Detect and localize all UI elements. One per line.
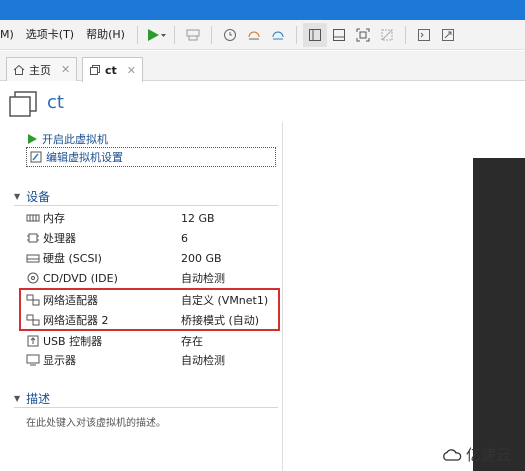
usb-icon <box>26 335 40 347</box>
unity-button[interactable] <box>375 23 399 47</box>
device-value: 200 GB <box>181 251 222 265</box>
cpu-icon <box>26 232 40 244</box>
device-value: 12 GB <box>181 211 215 225</box>
toolbar-separator <box>404 25 406 44</box>
tab-vm[interactable]: ct ✕ <box>82 57 143 82</box>
revert-snapshot-button[interactable] <box>242 23 266 47</box>
snapshot-icon <box>223 28 236 41</box>
device-name-label: 内存 <box>43 212 65 225</box>
devices-section-header[interactable]: ▼ 设备 <box>14 188 278 206</box>
device-row[interactable]: 硬盘 (SCSI) 200 GB <box>26 248 276 268</box>
cloud-logo-icon <box>443 448 462 461</box>
description-placeholder[interactable]: 在此处键入对该虚拟机的描述。 <box>26 414 166 429</box>
collapse-icon[interactable]: ▼ <box>14 394 20 403</box>
toolbar-separator <box>210 25 212 44</box>
device-name-label: 硬盘 (SCSI) <box>43 252 102 265</box>
power-on-button[interactable] <box>144 23 168 47</box>
device-row[interactable]: CD/DVD (IDE) 自动检测 <box>26 268 276 288</box>
vm-console-preview[interactable] <box>473 158 525 471</box>
edit-settings-icon <box>30 151 42 163</box>
unity-icon <box>381 29 393 40</box>
revert-icon <box>248 31 260 39</box>
menu-vm[interactable]: M) <box>0 20 20 50</box>
fullscreen-icon <box>356 28 370 41</box>
memory-icon <box>26 212 40 224</box>
device-row[interactable]: 处理器 6 <box>26 228 276 248</box>
device-name: 处理器 <box>26 230 181 246</box>
keyboard-icon <box>186 29 200 40</box>
description-section-header[interactable]: ▼ 描述 <box>14 390 278 408</box>
fullscreen-button[interactable] <box>351 23 375 47</box>
display-icon <box>26 354 40 366</box>
snapshot-button[interactable] <box>218 23 242 47</box>
collapse-icon[interactable]: ▼ <box>14 192 20 201</box>
play-icon <box>28 134 37 144</box>
vm-console-panel <box>283 122 525 471</box>
edit-vm-settings-link[interactable]: 编辑虚拟机设置 <box>26 147 276 167</box>
thumbnail-icon <box>332 28 345 41</box>
snapshot-manager-button[interactable] <box>266 23 290 47</box>
device-row[interactable]: 显示器 自动检测 <box>26 350 276 370</box>
harddisk-icon <box>26 252 40 264</box>
device-name: USB 控制器 <box>26 333 181 349</box>
section-divider <box>14 407 278 408</box>
tab-vm-label: ct <box>105 63 117 77</box>
vm-details-panel: 开启此虚拟机 编辑虚拟机设置 ▼ 设备 内存 12 GB 处理器 6 硬盘 (SCSI)… <box>0 122 282 471</box>
device-name-label: USB 控制器 <box>43 335 103 348</box>
device-name-label: CD/DVD (IDE) <box>43 271 118 285</box>
device-name: 内存 <box>26 210 181 226</box>
toolbar-separator <box>173 25 175 44</box>
window-titlebar <box>0 0 525 20</box>
device-name-label: 显示器 <box>43 354 76 367</box>
device-name: CD/DVD (IDE) <box>26 272 181 285</box>
home-icon <box>13 64 25 75</box>
tab-home-label: 主页 <box>29 63 51 77</box>
stretch-icon <box>441 28 454 41</box>
terminal-icon <box>417 28 430 41</box>
tab-bar: 主页 ✕ ct ✕ <box>0 51 525 82</box>
power-on-label: 开启此虚拟机 <box>42 133 108 146</box>
watermark: 亿速云 <box>442 444 511 465</box>
device-value: 6 <box>181 231 188 245</box>
device-name-label: 处理器 <box>43 232 76 245</box>
device-row[interactable]: 内存 12 GB <box>26 208 276 228</box>
toolbar-separator <box>136 25 138 44</box>
show-library-button[interactable] <box>302 22 327 47</box>
device-value: 自动检测 <box>181 272 225 285</box>
device-name: 显示器 <box>26 352 181 368</box>
cd-icon <box>26 272 40 284</box>
vm-large-icon <box>9 91 37 117</box>
vm-title: ct <box>47 92 64 113</box>
vm-icon <box>90 65 100 75</box>
tab-home[interactable]: 主页 ✕ <box>6 57 78 81</box>
device-value: 自动检测 <box>181 354 225 367</box>
stretch-button[interactable] <box>436 23 460 47</box>
device-value: 存在 <box>181 335 203 348</box>
device-name: 硬盘 (SCSI) <box>26 250 181 266</box>
menu-help[interactable]: 帮助(H) <box>80 20 131 50</box>
devices-section-title: 设备 <box>26 190 51 204</box>
menu-tabs[interactable]: 选项卡(T) <box>20 20 80 50</box>
close-icon[interactable]: ✕ <box>61 63 70 76</box>
thumbnail-bar-button[interactable] <box>327 23 351 47</box>
play-icon <box>147 28 166 41</box>
device-row[interactable]: USB 控制器 存在 <box>26 331 276 351</box>
vm-header: ct <box>0 82 525 122</box>
menu-bar: M) 选项卡(T) 帮助(H) <box>0 20 525 50</box>
section-divider <box>14 205 278 206</box>
network-adapters-highlight <box>19 288 280 331</box>
send-keys-button[interactable] <box>181 23 205 47</box>
close-icon[interactable]: ✕ <box>127 64 136 77</box>
watermark-text: 亿速云 <box>465 446 511 464</box>
library-view-icon <box>308 28 321 41</box>
power-on-vm-link[interactable]: 开启此虚拟机 <box>26 131 108 147</box>
toolbar-separator <box>295 25 297 44</box>
edit-settings-label: 编辑虚拟机设置 <box>46 151 123 164</box>
description-section-title: 描述 <box>26 392 51 406</box>
console-button[interactable] <box>412 23 436 47</box>
snapshot-manager-icon <box>272 31 284 39</box>
